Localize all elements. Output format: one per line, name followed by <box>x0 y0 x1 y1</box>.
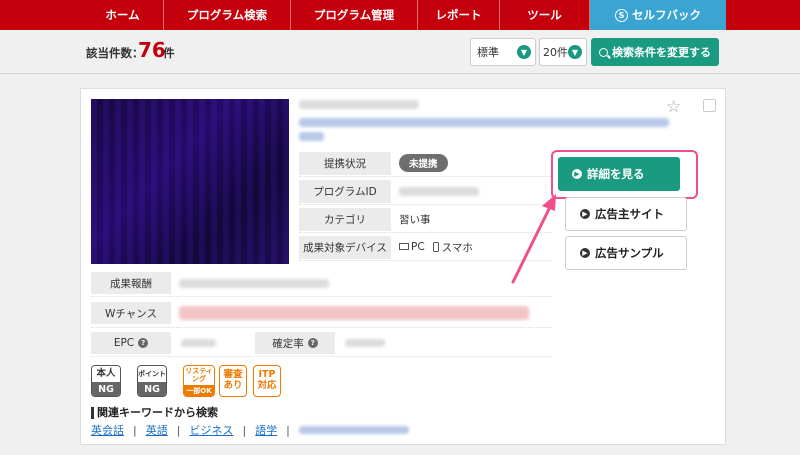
wchance-row: Wチャンス <box>91 298 551 328</box>
nav-home[interactable]: ホーム <box>82 0 164 30</box>
help-icon[interactable]: ? <box>307 338 318 348</box>
info-row-program-id: プログラムID <box>299 178 551 205</box>
nav-program-manage-label: プログラム管理 <box>313 8 395 22</box>
program-title-blurred[interactable] <box>299 100 419 109</box>
tag-review-line2: あり <box>223 380 243 391</box>
arrow-right-icon: ▶ <box>572 169 582 179</box>
sort-select[interactable]: 標準 ▼ <box>470 38 536 66</box>
tag-itp: ITP 対応 <box>253 365 281 397</box>
search-icon <box>599 47 608 57</box>
change-search-label: 検索条件を変更する <box>612 46 711 59</box>
nav-selfback[interactable]: S セルフバック <box>590 0 726 30</box>
tag-honnin-top: 本人 <box>92 366 120 382</box>
view-details-label: 詳細を見る <box>587 167 645 181</box>
ad-sample-button[interactable]: ▶ 広告サンプル <box>565 236 687 270</box>
reward-value-blurred <box>179 279 329 288</box>
confirm-rate-label: 確定率? <box>255 332 335 354</box>
pc-icon <box>399 242 409 250</box>
device-pc: PC <box>411 241 425 253</box>
keyword-link-blurred[interactable] <box>298 426 409 434</box>
chevron-down-icon: ▼ <box>517 45 531 59</box>
nav-tool[interactable]: ツール <box>500 0 590 30</box>
nav-selfback-label: セルフバック <box>632 8 701 22</box>
keyword-separator: | <box>133 423 137 437</box>
nav-report[interactable]: レポート <box>418 0 500 30</box>
keyword-separator: | <box>242 423 247 437</box>
tag-point-bottom: NG <box>138 382 166 396</box>
change-search-button[interactable]: 検索条件を変更する <box>591 38 719 66</box>
tag-point-top: ポイント <box>138 366 166 382</box>
program-card: ☆ 提携状況 未提携 プログラムID カテゴリ 習い事 成果対象デバイス PC … <box>80 88 726 445</box>
per-page-value: 20件 <box>543 46 568 59</box>
device-label: 成果対象デバイス <box>299 235 391 259</box>
star-icon[interactable]: ☆ <box>666 97 681 117</box>
nav-tool-label: ツール <box>527 8 562 22</box>
wchance-label: Wチャンス <box>91 302 171 324</box>
arrow-right-icon: ▶ <box>580 248 590 258</box>
tag-listing: リスティング 一部OK <box>183 365 215 397</box>
info-row-category: カテゴリ 習い事 <box>299 206 551 233</box>
arrow-right-icon: ▶ <box>580 209 590 219</box>
keyword-link[interactable]: ビジネス <box>189 422 233 438</box>
confirm-rate-label-text: 確定率 <box>272 337 304 350</box>
count-unit: 件 <box>163 46 175 60</box>
nav-report-label: レポート <box>435 8 482 22</box>
selfback-icon: S <box>615 8 628 22</box>
category-value: 習い事 <box>399 213 431 226</box>
count-value: 76 <box>138 38 166 62</box>
result-bar: 該当件数： 76 件 標準 ▼ 20件 ▼ 検索条件を変更する <box>0 30 800 74</box>
device-sp: スマホ <box>441 241 473 254</box>
tag-honnin-bottom: NG <box>92 382 120 396</box>
keyword-separator: | <box>176 423 181 437</box>
epc-label-text: EPC <box>113 337 135 349</box>
tag-listing-bottom: 一部OK <box>184 385 214 396</box>
category-label: カテゴリ <box>299 207 391 231</box>
keyword-link[interactable]: 英会話 <box>91 422 124 438</box>
epc-label: EPC? <box>91 332 171 354</box>
status-label: 提携状況 <box>299 151 391 175</box>
sort-value: 標準 <box>477 46 499 59</box>
tag-review: 審査 あり <box>219 365 247 397</box>
advertiser-site-button[interactable]: ▶ 広告主サイト <box>565 197 687 231</box>
info-row-status: 提携状況 未提携 <box>299 150 551 177</box>
related-keywords-title: 関連キーワードから検索 <box>91 407 218 419</box>
program-banner-image[interactable] <box>91 99 289 264</box>
program-subtitle-blurred <box>299 118 669 127</box>
epc-value-blurred <box>181 339 216 347</box>
tag-itp-line2: 対応 <box>257 380 277 391</box>
keyword-link[interactable]: 語学 <box>255 422 277 438</box>
chevron-down-icon: ▼ <box>568 45 582 59</box>
status-badge: 未提携 <box>399 154 448 172</box>
advertiser-site-label: 広告主サイト <box>595 207 664 221</box>
program-id-blurred <box>399 186 479 196</box>
wchance-value-blurred <box>179 306 529 320</box>
ad-sample-label: 広告サンプル <box>595 246 664 260</box>
per-page-select[interactable]: 20件 ▼ <box>539 38 587 66</box>
related-keywords-list: 英会話 | 英語 | ビジネス | 語学 | <box>91 422 409 438</box>
program-subtitle-blurred-2 <box>299 132 324 141</box>
nav-program-search-label: プログラム検索 <box>186 8 268 22</box>
confirm-rate-value-blurred <box>345 339 385 347</box>
reward-label: 成果報酬 <box>91 272 171 294</box>
program-id-label: プログラムID <box>299 179 391 203</box>
nav-program-search[interactable]: プログラム検索 <box>164 0 291 30</box>
keyword-link[interactable]: 英語 <box>146 422 168 438</box>
smartphone-icon <box>432 242 439 252</box>
info-row-device: 成果対象デバイス PC スマホ <box>299 234 551 261</box>
tag-listing-top: リスティング <box>184 366 214 385</box>
keyword-separator: | <box>286 423 290 437</box>
reward-row: 成果報酬 <box>91 270 551 297</box>
nav-program-manage[interactable]: プログラム管理 <box>291 0 418 30</box>
top-nav: ホーム プログラム検索 プログラム管理 レポート ツール S セルフバック <box>0 0 800 30</box>
detail-highlight: ▶ 詳細を見る <box>551 150 698 199</box>
help-icon[interactable]: ? <box>138 338 149 348</box>
tag-point: ポイント NG <box>137 365 167 397</box>
epc-row: EPC? 確定率? <box>91 329 551 357</box>
count-label: 該当件数： <box>86 46 144 60</box>
view-details-button[interactable]: ▶ 詳細を見る <box>558 157 680 191</box>
nav-home-label: ホーム <box>105 8 140 22</box>
tag-honnin: 本人 NG <box>91 365 121 397</box>
select-checkbox[interactable] <box>703 99 716 112</box>
